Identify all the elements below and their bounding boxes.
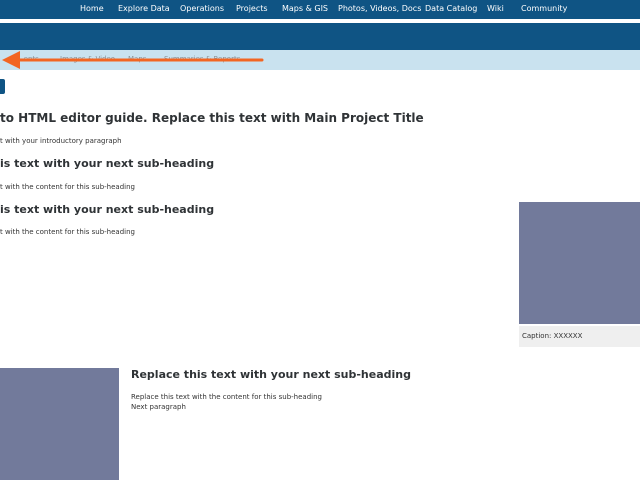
page-title: to HTML editor guide. Replace this text … [0,111,424,125]
image-caption: Caption: XXXXXX [519,326,640,347]
section-text-2: t with the content for this sub-heading [0,228,135,236]
nav-item-community[interactable]: Community [521,4,567,13]
caption-text: Caption: XXXXXX [522,332,583,340]
menu-toggle-button[interactable] [0,79,5,94]
nav-item-explore-data[interactable]: Explore Data [118,4,170,13]
section-heading-2: is text with your next sub-heading [0,203,215,216]
nav-item-wiki[interactable]: Wiki [487,4,504,13]
nav-item-projects[interactable]: Projects [236,4,268,13]
page: Home Explore Data Operations Projects Ma… [0,0,640,480]
image-placeholder-left [0,368,119,480]
nav-item-home[interactable]: Home [80,4,104,13]
top-navigation: Home Explore Data Operations Projects Ma… [0,0,640,19]
section-heading-1: is text with your next sub-heading [0,157,215,170]
nav-item-data-catalog[interactable]: Data Catalog [425,4,477,13]
nav-item-maps-gis[interactable]: Maps & GIS [282,4,328,13]
image-placeholder-right [519,202,640,324]
section-heading-3: Replace this text with your next sub-hea… [131,368,411,381]
intro-paragraph: t with your introductory paragraph [0,137,122,145]
header-banner [0,23,640,50]
section-text-1: t with the content for this sub-heading [0,183,135,191]
section-text-3: Replace this text with the content for t… [131,393,322,401]
nav-item-photos-videos-docs[interactable]: Photos, Videos, Docs [338,4,421,13]
annotation-arrow-icon [2,51,264,69]
nav-item-operations[interactable]: Operations [180,4,224,13]
section-next-paragraph: Next paragraph [131,403,186,411]
